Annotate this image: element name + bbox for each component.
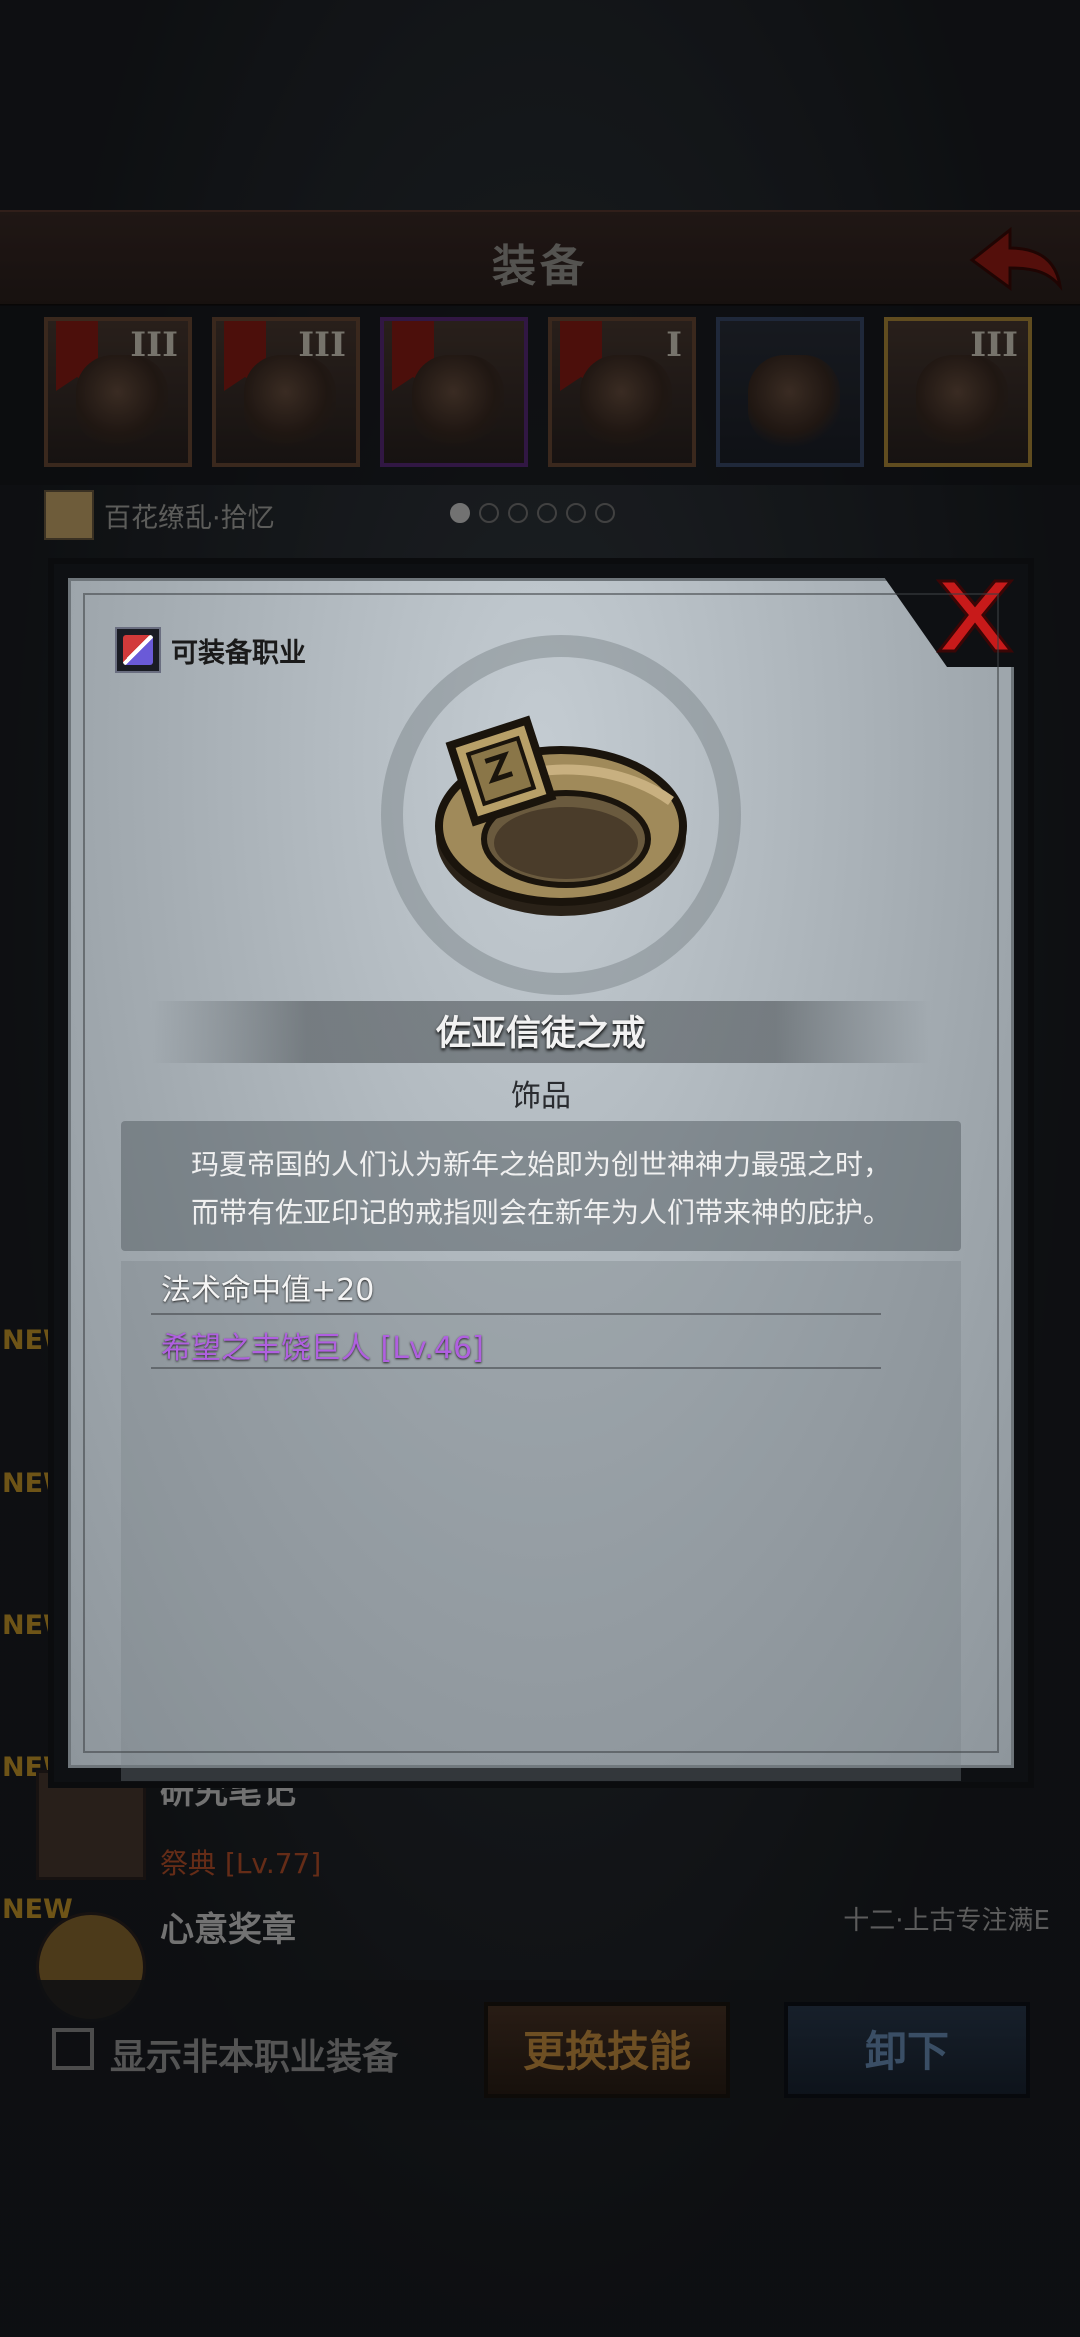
divider xyxy=(151,1313,881,1315)
item-stats: 法术命中值+20 希望之丰饶巨人 [Lv.46] xyxy=(121,1261,961,1781)
divider xyxy=(151,1367,881,1369)
item-name: 佐亚信徒之戒 xyxy=(435,1014,646,1054)
item-description: 玛夏帝国的人们认为新年之始即为创世神神力最强之时， 而带有佐亚印记的戒指则会在新… xyxy=(121,1121,961,1251)
class-label: 可装备职业 xyxy=(171,637,306,669)
close-icon[interactable] xyxy=(877,567,1017,667)
description-line: 玛夏帝国的人们认为新年之始即为创世神神力最强之时， xyxy=(190,1148,891,1181)
set-bonus: 希望之丰饶巨人 [Lv.46] xyxy=(161,1331,484,1366)
equippable-class-tag[interactable]: 可装备职业 xyxy=(115,627,306,673)
item-type: 饰品 xyxy=(511,1079,571,1114)
class-icon xyxy=(115,627,161,673)
description-line: 而带有佐亚印记的戒指则会在新年为人们带来神的庇护。 xyxy=(190,1196,891,1229)
item-detail-modal: 可装备职业 佐亚信徒之戒 饰品 玛夏帝国的人们认为新年之始即为创世神神力最强之时… xyxy=(48,558,1034,1788)
stat-spell-hit: 法术命中值+20 xyxy=(161,1273,375,1308)
modal-panel: 可装备职业 佐亚信徒之戒 饰品 玛夏帝国的人们认为新年之始即为创世神神力最强之时… xyxy=(68,567,1017,1781)
ring-icon xyxy=(435,715,687,916)
